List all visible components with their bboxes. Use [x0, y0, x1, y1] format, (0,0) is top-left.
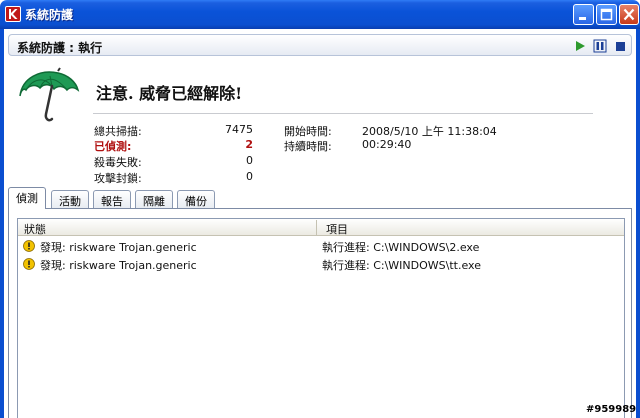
- close-button[interactable]: [619, 4, 639, 25]
- column-separator[interactable]: [316, 220, 317, 235]
- warning-icon: [23, 258, 35, 270]
- column-header-status[interactable]: 狀態: [24, 221, 46, 237]
- column-header-item[interactable]: 項目: [326, 221, 348, 237]
- tab-detected[interactable]: 偵測: [8, 187, 46, 209]
- list-header: [18, 219, 624, 236]
- attacks-blocked-value: 0: [246, 170, 253, 183]
- maximize-button[interactable]: [596, 4, 617, 25]
- start-time-value: 2008/5/10 上午 11:38:04: [362, 125, 497, 138]
- tab-label: 偵測: [16, 192, 38, 205]
- tab-label: 活動: [59, 195, 81, 208]
- tab-label: 報告: [101, 195, 123, 208]
- row-status[interactable]: 發現: riskware Trojan.generic: [40, 257, 197, 273]
- tab-label: 隔離: [143, 195, 165, 208]
- disinfect-failed-value: 0: [246, 154, 253, 167]
- attacks-blocked-label: 攻擊封鎖:: [94, 172, 142, 185]
- minimize-button[interactable]: [573, 4, 594, 25]
- row-item[interactable]: 執行進程: C:\WINDOWS\2.exe: [322, 239, 479, 255]
- row-item[interactable]: 執行進程: C:\WINDOWS\tt.exe: [322, 257, 481, 273]
- play-button[interactable]: [573, 39, 587, 53]
- detected-value: 2: [245, 138, 253, 151]
- tab-activity[interactable]: 活動: [51, 190, 89, 208]
- row-status[interactable]: 發現: riskware Trojan.generic: [40, 239, 197, 255]
- warning-icon: [23, 240, 35, 252]
- tab-label: 備份: [185, 195, 207, 208]
- title-bar[interactable]: 系統防護: [0, 0, 640, 29]
- disinfect-failed-label: 殺毒失敗:: [94, 156, 142, 169]
- start-time-label: 開始時間:: [284, 125, 332, 138]
- tab-quarantine[interactable]: 隔離: [135, 190, 173, 208]
- divider: [93, 113, 593, 114]
- detected-label: 已偵測:: [94, 140, 132, 153]
- stop-button[interactable]: [613, 39, 627, 53]
- window-frame-left: [0, 29, 4, 418]
- tab-reports[interactable]: 報告: [93, 190, 131, 208]
- watermark: #959989: [586, 404, 637, 415]
- section-header: 系統防護 : 執行: [8, 34, 632, 56]
- pause-button[interactable]: [593, 39, 607, 53]
- section-title: 系統防護 : 執行: [17, 41, 103, 55]
- kaspersky-k-icon: [5, 6, 21, 22]
- window-title: 系統防護: [25, 8, 74, 22]
- total-scanned-label: 總共掃描:: [94, 125, 142, 138]
- total-scanned-value: 7475: [225, 123, 253, 136]
- duration-label: 持續時間:: [284, 140, 332, 153]
- status-headline: 注意. 威脅已經解除!: [96, 84, 243, 103]
- duration-value: 00:29:40: [362, 138, 412, 151]
- tab-backup[interactable]: 備份: [177, 190, 215, 208]
- window-frame-right: [636, 29, 640, 418]
- umbrella-protection-icon: [14, 66, 80, 130]
